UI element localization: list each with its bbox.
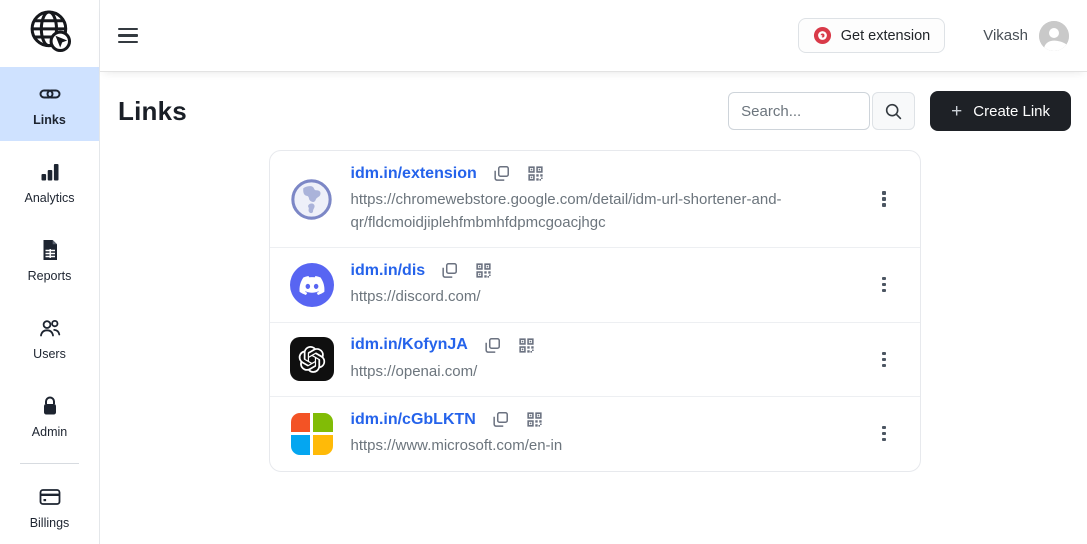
topbar: Get extension Vikash xyxy=(100,0,1087,71)
sidebar-item-label: Reports xyxy=(27,269,72,283)
destination-url: https://chromewebstore.google.com/detail… xyxy=(350,191,782,231)
report-file-icon xyxy=(38,238,62,262)
copy-icon[interactable] xyxy=(492,164,511,183)
search-input[interactable] xyxy=(728,92,871,130)
globe-cursor-logo-icon xyxy=(24,5,76,62)
destination-url: https://www.microsoft.com/en-in xyxy=(350,437,563,454)
sidebar-item-billings[interactable]: Billings xyxy=(0,470,99,544)
openai-favicon xyxy=(289,337,334,382)
sidebar-item-users[interactable]: Users xyxy=(0,301,99,375)
search-button[interactable] xyxy=(872,92,916,130)
sidebar-item-label: Admin xyxy=(31,425,68,439)
header-controls: + Create Link xyxy=(728,91,1071,131)
get-extension-button[interactable]: Get extension xyxy=(797,18,946,53)
microsoft-favicon xyxy=(290,412,334,456)
sidebar-nav: Links Analytics Reports Users Admin Bill… xyxy=(0,67,99,544)
plus-icon: + xyxy=(951,100,963,122)
search-group xyxy=(728,92,916,130)
app-logo[interactable] xyxy=(0,0,99,67)
search-icon xyxy=(884,102,903,121)
sidebar-item-label: Users xyxy=(33,347,66,361)
short-url-link[interactable]: idm.in/dis xyxy=(351,262,426,280)
globe-favicon xyxy=(290,177,334,221)
link-row: idm.in/dis https://discord.com/ xyxy=(269,247,920,322)
sidebar-item-reports[interactable]: Reports xyxy=(0,223,99,297)
row-menu-button[interactable] xyxy=(868,420,899,447)
link-row: idm.in/extension https://chromewebstore.… xyxy=(270,151,920,247)
menu-toggle-button[interactable] xyxy=(118,28,138,43)
app-root: Links Analytics Reports Users Admin Bill… xyxy=(0,0,1087,544)
get-extension-label: Get extension xyxy=(840,27,931,44)
sidebar-divider xyxy=(20,463,79,464)
copy-icon[interactable] xyxy=(440,261,459,280)
sidebar: Links Analytics Reports Users Admin Bill… xyxy=(0,0,100,544)
copy-icon[interactable] xyxy=(491,410,510,429)
row-menu-button[interactable] xyxy=(868,346,899,373)
credit-card-icon xyxy=(38,485,62,509)
sidebar-item-label: Billings xyxy=(29,516,70,530)
sidebar-item-analytics[interactable]: Analytics xyxy=(0,145,99,219)
sidebar-item-label: Links xyxy=(33,113,66,127)
row-menu-button[interactable] xyxy=(868,185,899,212)
link-info: idm.in/KofynJA https://openai.com/ xyxy=(351,336,536,384)
link-info: idm.in/cGbLKTN https://www.microsoft.com… xyxy=(351,410,563,458)
page-title: Links xyxy=(118,95,187,126)
lock-icon xyxy=(38,394,62,418)
user-chip[interactable]: Vikash xyxy=(983,20,1069,51)
discord-favicon xyxy=(289,262,334,307)
main-column: Get extension Vikash Links Search... + C… xyxy=(100,0,1087,544)
links-list: idm.in/extension https://chromewebstore.… xyxy=(268,150,921,472)
link-info: idm.in/extension https://chromewebstore.… xyxy=(351,164,813,234)
create-link-button[interactable]: + Create Link xyxy=(930,91,1071,131)
row-menu-button[interactable] xyxy=(868,271,899,298)
avatar[interactable] xyxy=(1039,20,1069,51)
bar-chart-icon xyxy=(38,160,62,184)
link-row: idm.in/cGbLKTN https://www.microsoft.com… xyxy=(269,396,920,471)
user-name: Vikash xyxy=(983,27,1028,44)
content-header: Links Search... + Create Link xyxy=(118,91,1071,131)
qr-code-icon[interactable] xyxy=(474,261,493,280)
link-row: idm.in/KofynJA https://openai.com/ xyxy=(269,321,920,397)
create-link-label: Create Link xyxy=(973,102,1050,120)
short-url-link[interactable]: idm.in/cGbLKTN xyxy=(351,411,476,429)
destination-url: https://discord.com/ xyxy=(350,288,481,305)
short-url-link[interactable]: idm.in/KofynJA xyxy=(351,336,468,354)
link-icon xyxy=(38,82,62,106)
short-url-link[interactable]: idm.in/extension xyxy=(351,165,477,183)
users-icon xyxy=(38,316,62,340)
content-area: Links Search... + Create Link idm.in/ext… xyxy=(100,71,1087,544)
qr-code-icon[interactable] xyxy=(517,336,536,355)
destination-url: https://openai.com/ xyxy=(350,362,478,380)
qr-code-icon[interactable] xyxy=(526,164,545,183)
sidebar-item-links[interactable]: Links xyxy=(0,67,99,141)
copy-icon[interactable] xyxy=(483,336,502,355)
sidebar-item-admin[interactable]: Admin xyxy=(0,379,99,453)
sidebar-item-label: Analytics xyxy=(24,191,75,205)
chrome-extension-icon xyxy=(813,26,832,45)
qr-code-icon[interactable] xyxy=(525,410,544,429)
link-info: idm.in/dis https://discord.com/ xyxy=(351,261,494,309)
